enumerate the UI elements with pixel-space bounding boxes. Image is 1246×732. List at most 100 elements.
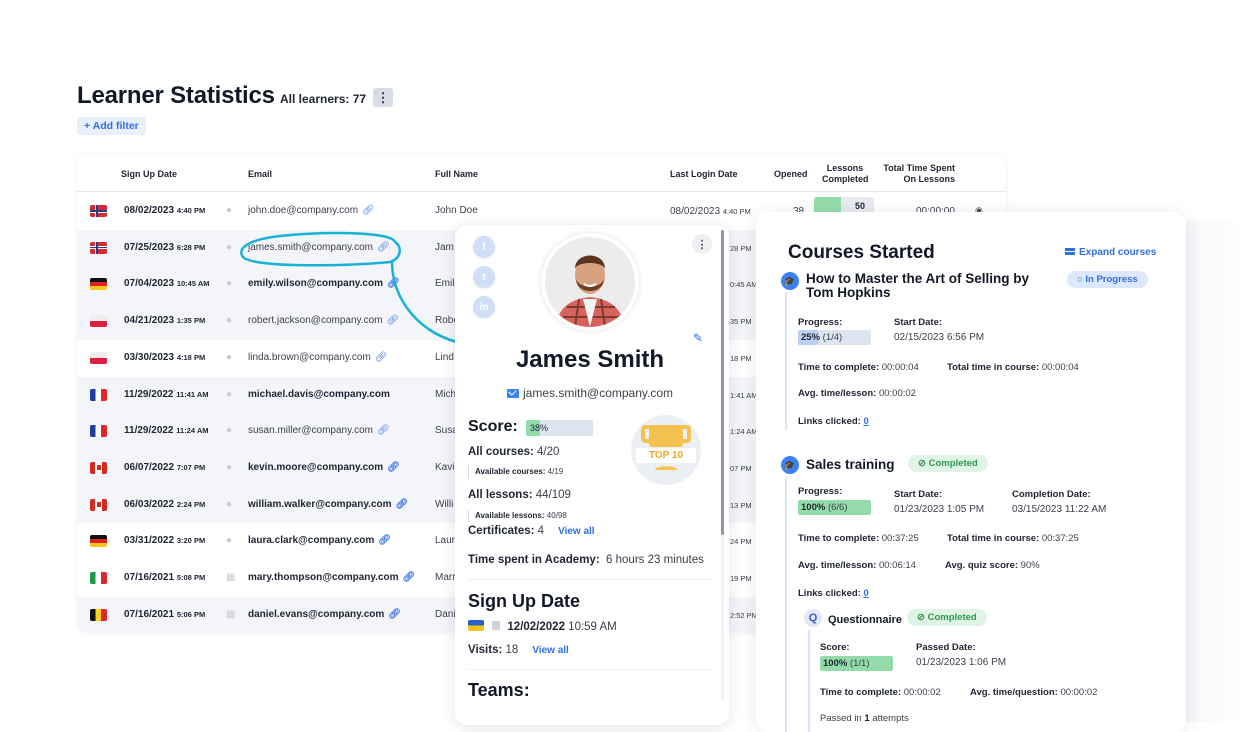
visits-stat: Visits: 18 View all bbox=[468, 644, 569, 656]
linkedin-icon[interactable]: in bbox=[473, 296, 495, 318]
full-name-cell: Willi bbox=[435, 498, 454, 510]
divider bbox=[468, 579, 714, 580]
email-cell[interactable]: emily.wilson@company.com 🔗︎ bbox=[248, 278, 400, 289]
full-name-cell: Dani bbox=[435, 608, 456, 620]
start-date-label: Start Date: bbox=[894, 317, 943, 328]
email-cell[interactable]: linda.brown@company.com 🔗︎ bbox=[248, 352, 388, 363]
email-cell[interactable]: robert.jackson@company.com 🔗︎ bbox=[248, 315, 399, 326]
edit-icon[interactable]: ✎ bbox=[693, 331, 703, 345]
link-icon[interactable]: 🔗︎ bbox=[403, 572, 416, 583]
link-icon[interactable]: 🔗︎ bbox=[378, 535, 391, 546]
link-icon[interactable]: 🔗︎ bbox=[362, 205, 375, 216]
course-title[interactable]: How to Master the Art of Selling by Tom H… bbox=[806, 272, 1029, 300]
profile-menu-button[interactable]: ⋮ bbox=[692, 234, 712, 254]
options-menu-button[interactable]: ⋮ bbox=[373, 88, 393, 107]
link-icon[interactable]: 🔗︎ bbox=[377, 425, 390, 436]
link-icon[interactable]: 🔗︎ bbox=[375, 352, 388, 363]
signup-date: 04/21/2023 1:35 PM bbox=[124, 315, 206, 327]
link-icon[interactable]: 🔗︎ bbox=[377, 242, 390, 253]
email-cell[interactable]: john.doe@company.com 🔗︎ bbox=[248, 205, 375, 216]
course-title[interactable]: Sales training bbox=[806, 458, 895, 472]
signup-date: 03/31/2022 3:20 PM bbox=[124, 535, 206, 547]
signup-date: 07/16/2021 5:08 PM bbox=[124, 572, 206, 583]
flag-canada-icon bbox=[90, 461, 107, 474]
email-cell[interactable]: daniel.evans@company.com 🔗︎ bbox=[248, 609, 401, 620]
signup-date: 08/02/2023 4:40 PM bbox=[124, 205, 206, 216]
apple-icon: ● bbox=[226, 278, 233, 290]
last-login-cell: 18 PM bbox=[730, 353, 752, 363]
quiz-score-bar: 100% (1/1) bbox=[820, 656, 893, 671]
available-courses-stat: Available courses: 4/19 bbox=[468, 466, 563, 478]
score-value: 38% bbox=[530, 423, 549, 433]
column-full-name[interactable]: Full Name bbox=[435, 169, 478, 180]
expand-icon bbox=[1065, 248, 1075, 255]
kebab-menu-icon: ⋮ bbox=[376, 90, 390, 105]
email-cell[interactable]: michael.davis@company.com bbox=[248, 389, 390, 400]
windows-icon bbox=[492, 621, 501, 630]
expand-courses-button[interactable]: Expand courses bbox=[1065, 247, 1156, 258]
email-cell[interactable]: laura.clark@company.com 🔗︎ bbox=[248, 535, 391, 546]
last-login-cell: 24 PM bbox=[730, 537, 752, 547]
email-cell[interactable]: william.walker@company.com 🔗︎ bbox=[248, 499, 408, 510]
signup-date: 07/16/2021 5:06 PM bbox=[124, 608, 206, 620]
teams-heading: Teams: bbox=[468, 680, 530, 700]
apple-icon: ● bbox=[226, 241, 233, 253]
apple-icon: ● bbox=[226, 205, 233, 216]
last-login-cell: 35 PM bbox=[730, 317, 752, 327]
all-courses-stat: All courses: 4/20 bbox=[468, 446, 560, 458]
visits-view-all-link[interactable]: View all bbox=[532, 645, 569, 656]
column-total-time[interactable]: Total Time Spent On Lessons bbox=[883, 163, 955, 185]
flag-italy-icon bbox=[90, 572, 107, 584]
flag-canada-icon bbox=[90, 498, 107, 511]
signup-heading: Sign Up Date bbox=[468, 591, 581, 611]
profile-email[interactable]: james.smith@company.com bbox=[455, 386, 725, 400]
email-cell[interactable]: kevin.moore@company.com 🔗︎ bbox=[248, 462, 400, 473]
link-icon[interactable]: 🔗︎ bbox=[396, 499, 409, 510]
quiz-title[interactable]: Questionnaire bbox=[828, 613, 902, 627]
facebook-icon[interactable]: f bbox=[473, 236, 495, 258]
signup-date: 03/30/2023 4:18 PM bbox=[124, 351, 206, 363]
avg-time-question: Avg. time/question: 00:00:02 bbox=[970, 687, 1098, 698]
top10-badge: TOP 10 bbox=[631, 415, 701, 485]
column-opened[interactable]: Opened bbox=[774, 169, 808, 180]
link-icon[interactable]: 🔗︎ bbox=[386, 315, 399, 326]
last-login-cell: 1:41 AM bbox=[730, 390, 758, 400]
last-login-cell: 07 PM bbox=[730, 463, 752, 473]
profile-name: James Smith bbox=[515, 346, 665, 373]
profile-email-text: james.smith@company.com bbox=[523, 386, 673, 400]
link-icon[interactable]: 🔗︎ bbox=[387, 462, 400, 473]
email-cell[interactable]: mary.thompson@company.com 🔗︎ bbox=[248, 572, 415, 583]
last-login-cell: 13 PM bbox=[730, 500, 752, 510]
flag-germany-icon bbox=[90, 535, 107, 548]
apple-icon: ● bbox=[226, 535, 233, 547]
column-email[interactable]: Email bbox=[248, 169, 272, 180]
flag-ukraine-icon bbox=[468, 620, 484, 631]
total-time-in-course: Total time in course: 00:37:25 bbox=[947, 533, 1079, 544]
column-lessons-completed[interactable]: Lessons Completed bbox=[822, 163, 869, 185]
time-to-complete: Time to complete: 00:37:25 bbox=[798, 533, 919, 544]
status-badge-completed: ⊘ Completed bbox=[907, 609, 987, 626]
email-cell[interactable]: susan.miller@company.com 🔗︎ bbox=[248, 425, 390, 436]
all-lessons-stat: All lessons: 44/109 bbox=[468, 489, 571, 501]
scrollbar-thumb[interactable] bbox=[721, 230, 724, 535]
flag-france-icon bbox=[90, 425, 107, 438]
add-filter-button[interactable]: + Add filter bbox=[77, 117, 146, 135]
learner-count: All learners: 77 bbox=[280, 92, 367, 106]
column-sign-up-date[interactable]: Sign Up Date bbox=[121, 169, 177, 180]
link-icon[interactable]: 🔗︎ bbox=[388, 609, 401, 620]
last-login-cell: 19 PM bbox=[730, 574, 752, 583]
link-icon[interactable]: 🔗︎ bbox=[387, 278, 400, 289]
twitter-icon[interactable]: t bbox=[473, 266, 495, 288]
last-login-cell: 2:52 PM bbox=[730, 610, 758, 620]
graduation-cap-icon: 🎓 bbox=[781, 456, 799, 474]
column-last-login-date[interactable]: Last Login Date bbox=[670, 169, 738, 180]
email-cell[interactable]: james.smith@company.com 🔗︎ bbox=[248, 242, 390, 253]
signup-date: 11/29/2022 11:41 AM bbox=[124, 388, 209, 400]
links-clicked-link[interactable]: 0 bbox=[863, 588, 868, 599]
available-lessons-stat: Available lessons: 40/98 bbox=[468, 510, 567, 522]
status-badge-completed: ⊘ Completed bbox=[908, 455, 988, 472]
certificates-view-all-link[interactable]: View all bbox=[558, 526, 595, 537]
completion-date-value: 03/15/2023 11:22 AM bbox=[1012, 504, 1107, 515]
lessons-completed-value: 50 bbox=[854, 201, 865, 211]
links-clicked-link[interactable]: 0 bbox=[863, 416, 868, 427]
